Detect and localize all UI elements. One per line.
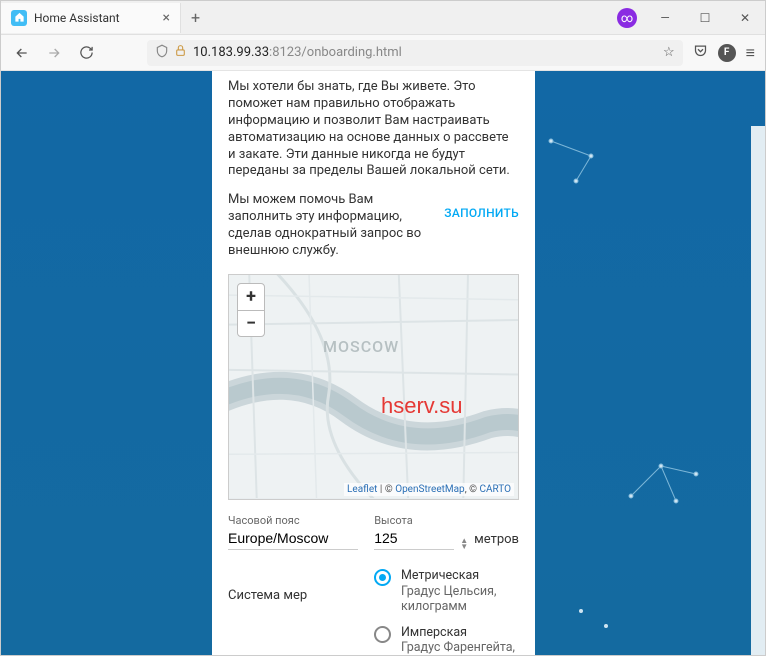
account-icon[interactable]: F <box>718 44 736 62</box>
location-map[interactable]: + − MOSCOW hserv.su Leaflet | © OpenStre… <box>228 274 519 500</box>
height-unit: метров <box>474 532 519 547</box>
pocket-icon[interactable] <box>693 43 708 62</box>
scrollbar[interactable] <box>751 126 765 655</box>
intro-text: Мы хотели бы знать, где Вы живете. Это п… <box>228 79 519 180</box>
browser-titlebar: Home Assistant × + ∞ — ☐ ✕ <box>1 1 765 35</box>
window-maximize[interactable]: ☐ <box>685 1 725 35</box>
fill-button[interactable]: ЗАПОЛНИТЬ <box>444 192 519 220</box>
url-rest: :8123/onboarding.html <box>269 45 402 60</box>
height-label: Высота <box>374 514 519 527</box>
forward-button[interactable] <box>43 42 65 64</box>
height-input[interactable] <box>374 527 454 550</box>
extension-badge[interactable]: ∞ <box>617 8 637 28</box>
map-attribution: Leaflet | © OpenStreetMap, © CARTO <box>344 483 514 496</box>
shield-icon <box>155 44 169 62</box>
page-viewport: Мы хотели бы знать, где Вы живете. Это п… <box>1 71 765 655</box>
timezone-input[interactable] <box>228 527 358 550</box>
height-stepper[interactable]: ▲▼ <box>460 538 468 550</box>
carto-link[interactable]: CARTO <box>479 484 511 495</box>
url-field[interactable]: 10.183.99.33:8123/onboarding.html ☆ <box>147 40 683 66</box>
map-city-label: MOSCOW <box>323 337 399 356</box>
window-close[interactable]: ✕ <box>725 1 765 35</box>
window-minimize[interactable]: — <box>645 1 685 35</box>
osm-link[interactable]: OpenStreetMap <box>395 484 465 495</box>
units-metric-option[interactable]: МетрическаяГрадус Цельсия, килограмм <box>374 568 519 615</box>
units-imperial-option[interactable]: ИмперскаяГрадус Фаренгейта, фунт <box>374 625 519 655</box>
onboarding-card: Мы хотели бы знать, где Вы живете. Это п… <box>212 71 535 655</box>
menu-icon[interactable]: ≡ <box>746 43 755 63</box>
tab-title: Home Assistant <box>34 11 156 25</box>
watermark: hserv.su <box>381 393 463 419</box>
back-button[interactable] <box>11 42 33 64</box>
zoom-out-button[interactable]: − <box>238 310 264 336</box>
units-label: Система мер <box>228 568 358 603</box>
units-radio-group: МетрическаяГрадус Цельсия, килограмм Имп… <box>374 568 519 655</box>
refresh-button[interactable] <box>75 42 97 64</box>
radio-icon <box>374 569 391 586</box>
tab-close-icon[interactable]: × <box>163 10 170 26</box>
radio-icon <box>374 626 391 643</box>
lock-icon <box>174 44 187 61</box>
address-bar: 10.183.99.33:8123/onboarding.html ☆ F ≡ <box>1 35 765 71</box>
favicon-home-assistant <box>11 10 27 26</box>
leaflet-link[interactable]: Leaflet <box>347 484 377 495</box>
map-zoom-control: + − <box>237 283 265 337</box>
bookmark-icon[interactable]: ☆ <box>663 45 675 60</box>
timezone-label: Часовой пояс <box>228 514 358 527</box>
zoom-in-button[interactable]: + <box>238 284 264 310</box>
url-host: 10.183.99.33 <box>193 45 269 60</box>
browser-tab[interactable]: Home Assistant × <box>1 3 181 33</box>
new-tab-button[interactable]: + <box>181 8 210 27</box>
fill-helper-text: Мы можем помочь Вам заполнить эту информ… <box>228 192 436 260</box>
